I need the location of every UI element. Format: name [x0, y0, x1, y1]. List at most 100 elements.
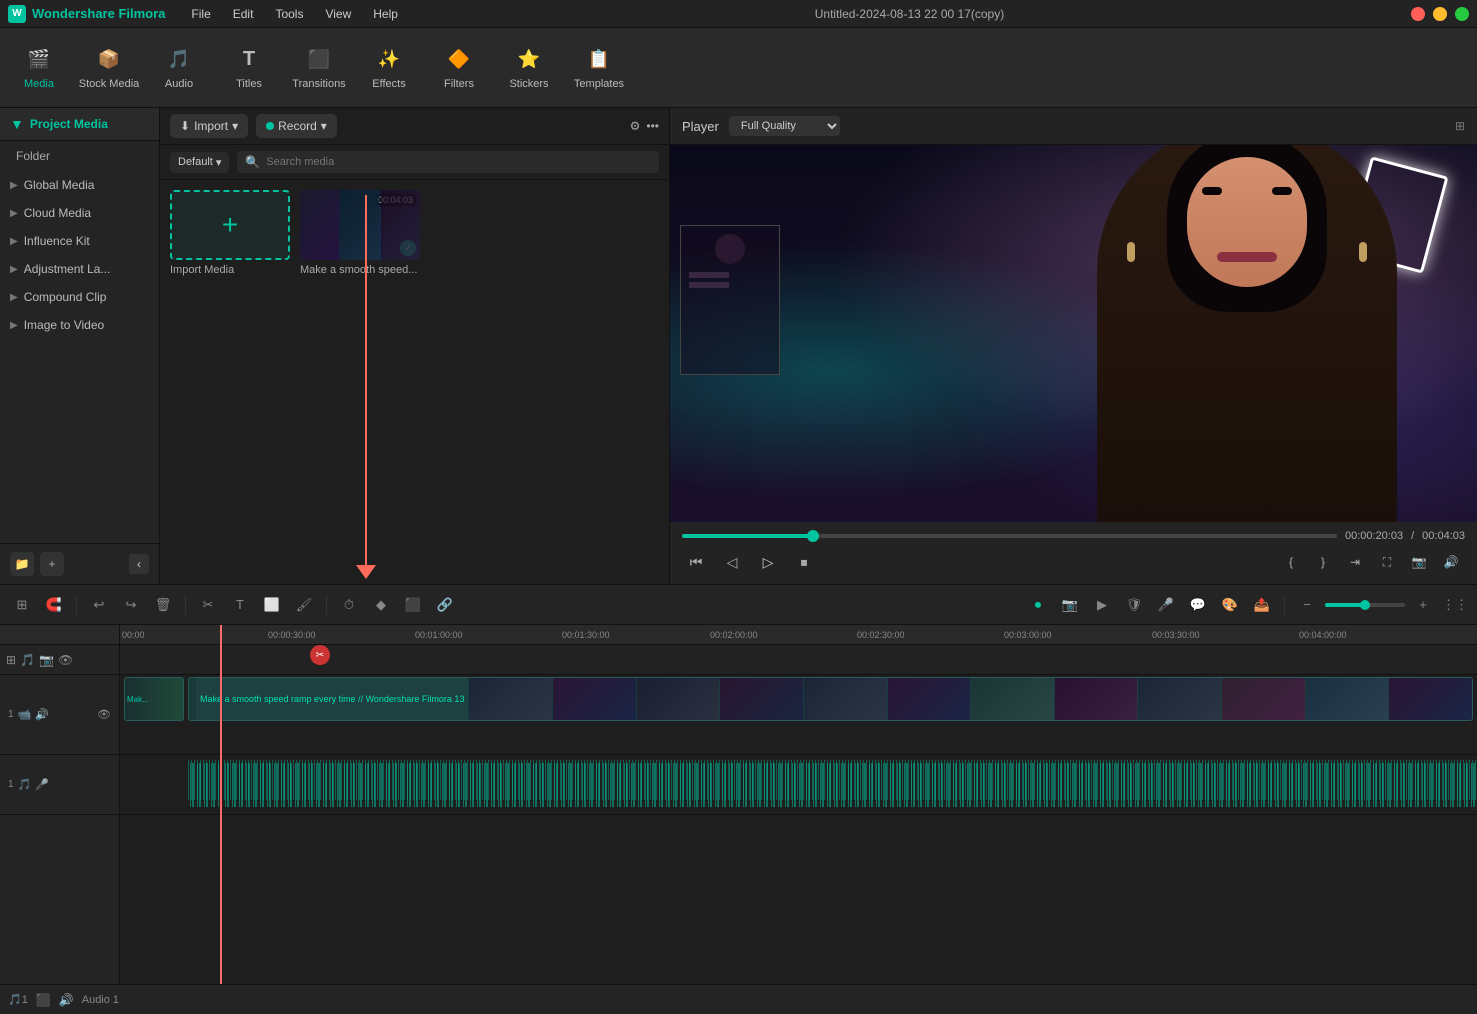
sidebar-expand-icon[interactable]: ▼: [10, 116, 24, 132]
menu-help[interactable]: Help: [363, 4, 408, 24]
main-toolbar: 🎬 Media 📦 Stock Media 🎵 Audio T Titles ⬛…: [0, 28, 1477, 108]
timeline-track-labels: ⊞ 🎵 📷 👁 1 📹 🔊 👁 Video 1 1 🎵 🎤 Audio 1: [0, 625, 120, 984]
new-folder-button[interactable]: 📁: [10, 552, 34, 576]
toolbar-stickers-label: Stickers: [509, 78, 548, 90]
record-dot-icon: [266, 122, 274, 130]
mark-in-button[interactable]: {: [1277, 548, 1305, 576]
record-tl-button[interactable]: ⏺: [1024, 591, 1052, 619]
step-back-button[interactable]: ⏮: [682, 548, 710, 576]
search-input[interactable]: [266, 156, 651, 168]
video-clip-1[interactable]: Mak...: [124, 677, 184, 721]
media-item-video[interactable]: 00:04:03 ✓ Make a smooth speed...: [300, 190, 420, 276]
toolbar-stickers[interactable]: ⭐ Stickers: [494, 33, 564, 103]
speed-button[interactable]: ⏱: [335, 591, 363, 619]
sidebar-item-global-media[interactable]: ▶ Global Media: [0, 171, 159, 199]
toolbar-stock-media[interactable]: 📦 Stock Media: [74, 33, 144, 103]
quality-select[interactable]: Full Quality Half Quality Quarter Qualit…: [729, 116, 840, 136]
timeline-content: ⊞ 🎵 📷 👁 1 📹 🔊 👁 Video 1 1 🎵 🎤 Audio 1: [0, 625, 1477, 984]
play-button[interactable]: ▷: [754, 548, 782, 576]
link-button[interactable]: 🔗: [431, 591, 459, 619]
minimize-button[interactable]: [1433, 7, 1447, 21]
toolbar-divider: [185, 595, 186, 615]
volume-button[interactable]: 🔊: [1437, 548, 1465, 576]
import-button[interactable]: ⬇ Import ▾: [170, 114, 248, 138]
undo-button[interactable]: ↩: [85, 591, 113, 619]
add-track-icon[interactable]: ⊞: [6, 653, 16, 667]
toolbar-titles[interactable]: T Titles: [214, 33, 284, 103]
sidebar-item-compound-clip[interactable]: ▶ Compound Clip: [0, 283, 159, 311]
keyframe-button[interactable]: ◆: [367, 591, 395, 619]
audio-volume-icon[interactable]: 🔊: [59, 993, 74, 1007]
zoom-out-button[interactable]: −: [1293, 591, 1321, 619]
player-title: Player: [682, 119, 719, 134]
screenshot-button[interactable]: 📷: [1405, 548, 1433, 576]
filter-icon[interactable]: ⚙: [630, 119, 641, 133]
toolbar-filters[interactable]: 🔶 Filters: [424, 33, 494, 103]
menu-tools[interactable]: Tools: [265, 4, 313, 24]
camera-button[interactable]: 📷: [1056, 591, 1084, 619]
toolbar-media[interactable]: 🎬 Media: [4, 33, 74, 103]
sidebar-item-image-to-video[interactable]: ▶ Image to Video: [0, 311, 159, 339]
cam-icon[interactable]: 📷: [39, 653, 54, 667]
zoom-slider[interactable]: [1325, 603, 1405, 607]
export-button[interactable]: 📤: [1248, 591, 1276, 619]
progress-bar[interactable]: [682, 534, 1337, 538]
crop-button[interactable]: ⬜: [258, 591, 286, 619]
timeline-toolbar: ⊞ 🧲 ↩ ↪ 🗑 ✂ T ⬜ 🖌 ⏱ ◆ ⬛ 🔗 ⏺ 📷 ▶ 🛡 🎤 💬 🎨 …: [0, 585, 1477, 625]
zoom-in-button[interactable]: +: [1409, 591, 1437, 619]
mic-button[interactable]: 🎤: [1152, 591, 1180, 619]
motion-button[interactable]: ⬛: [399, 591, 427, 619]
text-button[interactable]: T: [226, 591, 254, 619]
menu-edit[interactable]: Edit: [223, 4, 264, 24]
media-item-import[interactable]: + Import Media: [170, 190, 290, 276]
extract-button[interactable]: ⇥: [1341, 548, 1369, 576]
add-button[interactable]: +: [40, 552, 64, 576]
menu-view[interactable]: View: [315, 4, 361, 24]
magnetic-snap-button[interactable]: 🧲: [40, 591, 68, 619]
sidebar-item-adjustment-layer[interactable]: ▶ Adjustment La...: [0, 255, 159, 283]
play-tl-button[interactable]: ▶: [1088, 591, 1116, 619]
video-clip-2[interactable]: Make a smooth speed ramp every time // W…: [188, 677, 1473, 721]
player-header: Player Full Quality Half Quality Quarter…: [670, 108, 1477, 145]
zoom-fill: [1325, 603, 1365, 607]
audio-expand-icon[interactable]: ⬛: [36, 993, 51, 1007]
toolbar-transitions[interactable]: ⬛ Transitions: [284, 33, 354, 103]
scene-detect-button[interactable]: ⊞: [8, 591, 36, 619]
default-view-button[interactable]: Default ▾: [170, 152, 229, 173]
mark-out-button[interactable]: }: [1309, 548, 1337, 576]
delete-button[interactable]: 🗑: [149, 591, 177, 619]
layout-button[interactable]: ⋮⋮: [1441, 591, 1469, 619]
sidebar-influence-kit-label: Influence Kit: [24, 234, 90, 248]
stop-button[interactable]: ⏹: [790, 548, 818, 576]
add-audio-icon[interactable]: 🎵: [20, 653, 35, 667]
grid-icon[interactable]: ⊞: [1455, 119, 1465, 133]
toolbar-templates[interactable]: 📋 Templates: [564, 33, 634, 103]
clip-text: Make a smooth speed ramp every time // W…: [200, 694, 464, 704]
redo-button[interactable]: ↪: [117, 591, 145, 619]
sidebar-collapse-button[interactable]: ‹: [129, 554, 149, 574]
sidebar-item-cloud-media[interactable]: ▶ Cloud Media: [0, 199, 159, 227]
colorgrade-button[interactable]: 🎨: [1216, 591, 1244, 619]
frame-back-button[interactable]: ◁: [718, 548, 746, 576]
expand-arrow-icon: ▶: [10, 320, 18, 331]
paint-button[interactable]: 🖌: [290, 591, 318, 619]
caption-button[interactable]: 💬: [1184, 591, 1212, 619]
audio1-bottom-label: 🎵1: [8, 993, 28, 1006]
shield-button[interactable]: 🛡: [1120, 591, 1148, 619]
sidebar-folder[interactable]: Folder: [0, 141, 159, 171]
toolbar-effects[interactable]: ✨ Effects: [354, 33, 424, 103]
app-logo[interactable]: W Wondershare Filmora: [8, 5, 165, 23]
record-button[interactable]: Record ▾: [256, 114, 337, 138]
toolbar-audio[interactable]: 🎵 Audio: [144, 33, 214, 103]
timeline-playhead[interactable]: ✂: [220, 625, 222, 984]
more-icon[interactable]: •••: [646, 119, 659, 133]
fullscreen-button[interactable]: ⛶: [1373, 548, 1401, 576]
maximize-button[interactable]: [1455, 7, 1469, 21]
sidebar-item-influence-kit[interactable]: ▶ Influence Kit: [0, 227, 159, 255]
menu-file[interactable]: File: [181, 4, 220, 24]
eye-icon[interactable]: 👁: [58, 653, 73, 667]
toolbar-divider: [76, 595, 77, 615]
close-button[interactable]: [1411, 7, 1425, 21]
waveform-detail: [188, 763, 1477, 807]
cut-button[interactable]: ✂: [194, 591, 222, 619]
